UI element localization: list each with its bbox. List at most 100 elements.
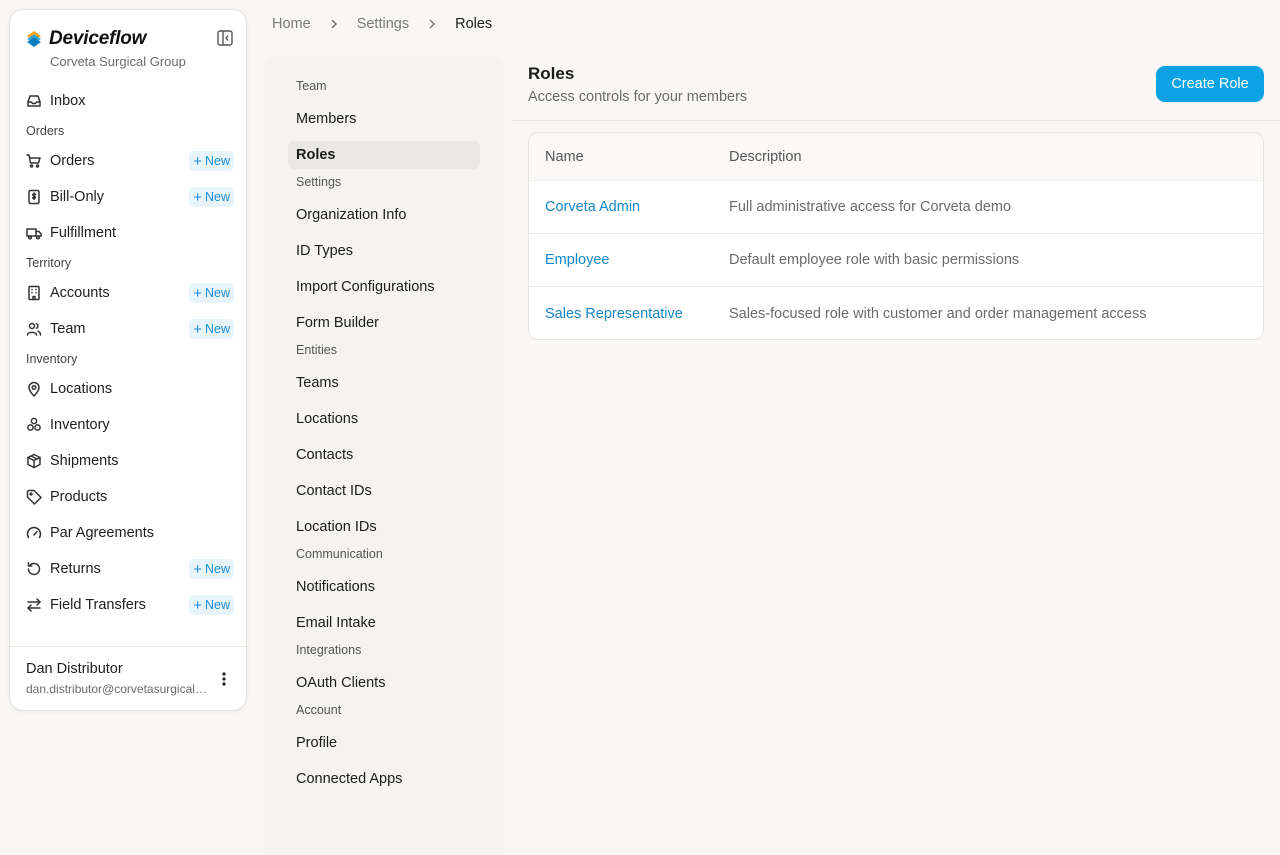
new-accounts-button[interactable]: + New (189, 283, 234, 303)
building-icon (26, 285, 42, 301)
brand[interactable]: Deviceflow (25, 27, 146, 51)
settings-item-locations[interactable]: Locations (288, 405, 480, 433)
new-badge-label: New (204, 562, 230, 576)
settings-item-form-builder[interactable]: Form Builder (288, 309, 480, 337)
sidebar-item-fulfillment[interactable]: Fulfillment (10, 215, 246, 251)
plus-icon: + (193, 284, 202, 302)
sidebar-item-inventory[interactable]: Inventory (10, 407, 246, 443)
sidebar-item-locations[interactable]: Locations (10, 371, 246, 407)
sidebar-item-label: Inbox (50, 93, 86, 109)
page-subtitle: Access controls for your members (528, 89, 748, 105)
settings-item-oauth-clients[interactable]: OAuth Clients (288, 669, 480, 697)
settings-item-teams[interactable]: Teams (288, 369, 480, 397)
chevron-right-icon (426, 18, 438, 30)
column-header-name[interactable]: Name (529, 149, 729, 165)
settings-item-id-types[interactable]: ID Types (288, 237, 480, 265)
nav-section-label: Inventory (26, 352, 78, 366)
table-header: Name Description (529, 133, 1263, 181)
new-field-transfers-button[interactable]: + New (189, 595, 234, 615)
settings-nav: Team Members Roles Settings Organization Inf… (264, 56, 504, 855)
settings-section-label: Team (296, 79, 327, 93)
settings-item-profile[interactable]: Profile (288, 729, 480, 757)
user-email: dan.distributor@corvetasurgical.com (26, 682, 208, 696)
settings-item-import-configurations[interactable]: Import Configurations (288, 273, 480, 301)
tag-icon (26, 489, 42, 505)
role-description: Sales-focused role with customer and ord… (729, 305, 1147, 322)
role-name-link[interactable]: Employee (545, 252, 609, 268)
rotate-icon (26, 561, 42, 577)
create-role-button[interactable]: Create Role (1156, 66, 1264, 102)
role-description: Full administrative access for Corveta d… (729, 199, 1012, 215)
settings-item-connected-apps[interactable]: Connected Apps (288, 765, 480, 793)
sidebar-item-products[interactable]: Products (10, 479, 246, 515)
role-name-cell: Sales Representative (529, 305, 729, 323)
sidebar-item-accounts[interactable]: Accounts + New (10, 275, 246, 311)
role-description-cell: Sales-focused role with customer and ord… (729, 305, 1263, 323)
table-row[interactable]: Employee Default employee role with basic… (529, 234, 1263, 287)
sidebar-item-orders[interactable]: Orders + New (10, 143, 246, 179)
brand-name: Deviceflow (49, 28, 147, 49)
new-badge-label: New (204, 154, 230, 168)
sidebar-item-label: Returns (50, 561, 101, 577)
settings-item-notifications[interactable]: Notifications (288, 573, 480, 601)
new-orders-button[interactable]: + New (189, 151, 234, 171)
new-badge-label: New (204, 322, 230, 336)
gauge-icon (26, 525, 42, 541)
arrows-icon (26, 597, 42, 613)
users-icon (26, 321, 42, 337)
settings-section-label: Account (296, 703, 342, 717)
sidebar: Deviceflow Corveta Surgical Group Inbox O… (9, 9, 247, 711)
receipt-icon (26, 189, 42, 205)
map-pin-icon (26, 381, 42, 397)
breadcrumb: Home Settings Roles (272, 14, 492, 34)
user-profile[interactable]: Dan Distributor dan.distributor@corvetas… (10, 646, 246, 710)
settings-section-label: Integrations (296, 643, 362, 657)
role-name-cell: Corveta Admin (529, 198, 729, 216)
breadcrumb-home[interactable]: Home (272, 16, 311, 32)
settings-item-roles[interactable]: Roles (288, 141, 480, 169)
settings-item-members[interactable]: Members (288, 105, 480, 133)
plus-icon: + (193, 152, 202, 170)
settings-item-email-intake[interactable]: Email Intake (288, 609, 480, 637)
role-name-link[interactable]: Corveta Admin (545, 199, 640, 215)
plus-icon: + (193, 560, 202, 578)
settings-item-organization-info[interactable]: Organization Info (288, 201, 480, 229)
sidebar-item-par-agreements[interactable]: Par Agreements (10, 515, 246, 551)
more-vertical-icon[interactable] (214, 669, 234, 689)
role-name-cell: Employee (529, 251, 729, 269)
new-bill-only-button[interactable]: + New (189, 187, 234, 207)
sidebar-item-label: Locations (50, 381, 113, 397)
cart-icon (26, 153, 42, 169)
boxes-icon (26, 417, 42, 433)
sidebar-item-field-transfers[interactable]: Field Transfers + New (10, 587, 246, 623)
sidebar-item-bill-only[interactable]: Bill-Only + New (10, 179, 246, 215)
column-header-description[interactable]: Description (729, 149, 1263, 165)
new-team-button[interactable]: + New (189, 319, 234, 339)
main-nav: Inbox Orders Orders + New Bill-Only + New Fulfil… (10, 83, 246, 648)
sidebar-item-shipments[interactable]: Shipments (10, 443, 246, 479)
table-row[interactable]: Sales Representative Sales-focused role w… (529, 287, 1263, 339)
sidebar-item-team[interactable]: Team + New (10, 311, 246, 347)
settings-section-label: Communication (296, 547, 383, 561)
sidebar-item-inbox[interactable]: Inbox (10, 83, 246, 119)
table-row[interactable]: Corveta Admin Full administrative access … (529, 181, 1263, 234)
truck-icon (26, 225, 42, 241)
role-description-cell: Default employee role with basic permiss… (729, 251, 1263, 269)
role-name-link[interactable]: Sales Representative (545, 306, 683, 322)
settings-item-contact-ids[interactable]: Contact IDs (288, 477, 480, 505)
sidebar-item-returns[interactable]: Returns + New (10, 551, 246, 587)
roles-table: Name Description Corveta Admin Full admin… (528, 132, 1264, 340)
new-returns-button[interactable]: + New (189, 559, 234, 579)
sidebar-item-label: Accounts (50, 285, 110, 301)
inbox-icon (26, 93, 42, 109)
sidebar-item-label: Par Agreements (50, 525, 154, 541)
user-name: Dan Distributor (26, 661, 123, 677)
chevron-right-icon (328, 18, 340, 30)
new-badge-label: New (204, 598, 230, 612)
settings-item-location-ids[interactable]: Location IDs (288, 513, 480, 541)
settings-item-contacts[interactable]: Contacts (288, 441, 480, 469)
plus-icon: + (193, 596, 202, 614)
breadcrumb-settings[interactable]: Settings (357, 16, 409, 32)
collapse-sidebar-icon[interactable] (215, 28, 235, 48)
nav-section-label: Territory (26, 256, 72, 270)
